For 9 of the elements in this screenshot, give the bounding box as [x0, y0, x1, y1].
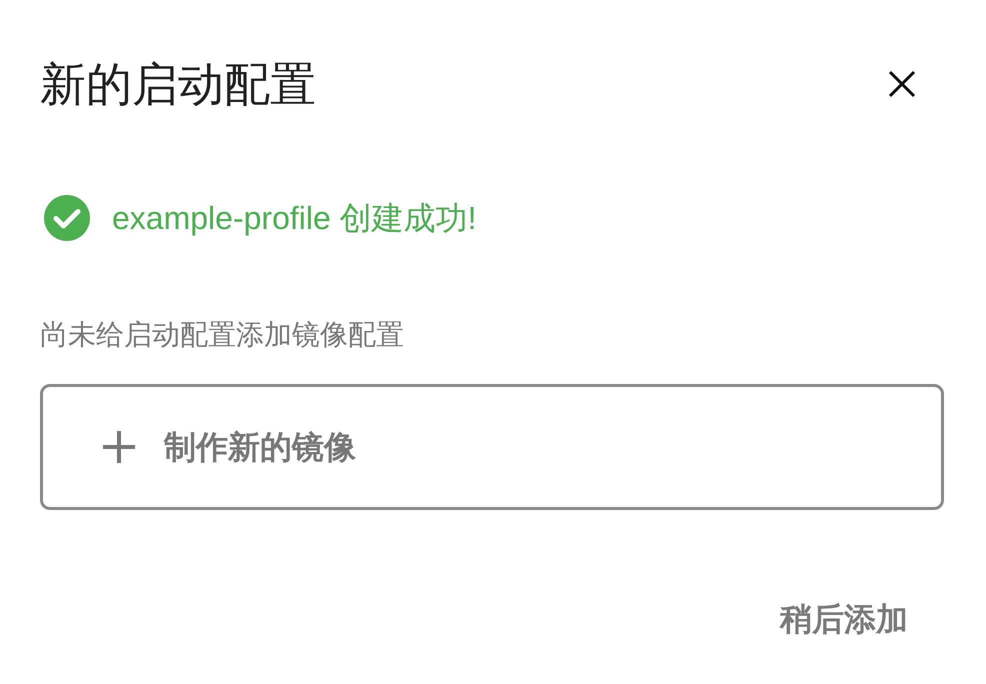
- hint-text: 尚未给启动配置添加镜像配置: [40, 318, 405, 352]
- close-icon: [888, 70, 916, 98]
- later-button[interactable]: 稍后添加: [768, 594, 920, 644]
- dialog-title: 新的启动配置: [40, 57, 316, 111]
- check-circle-icon: [44, 195, 90, 241]
- status-message: example-profile 创建成功!: [112, 199, 477, 238]
- plus-icon: [103, 431, 135, 463]
- create-image-button[interactable]: 制作新的镜像: [40, 384, 944, 510]
- close-button[interactable]: [888, 70, 916, 98]
